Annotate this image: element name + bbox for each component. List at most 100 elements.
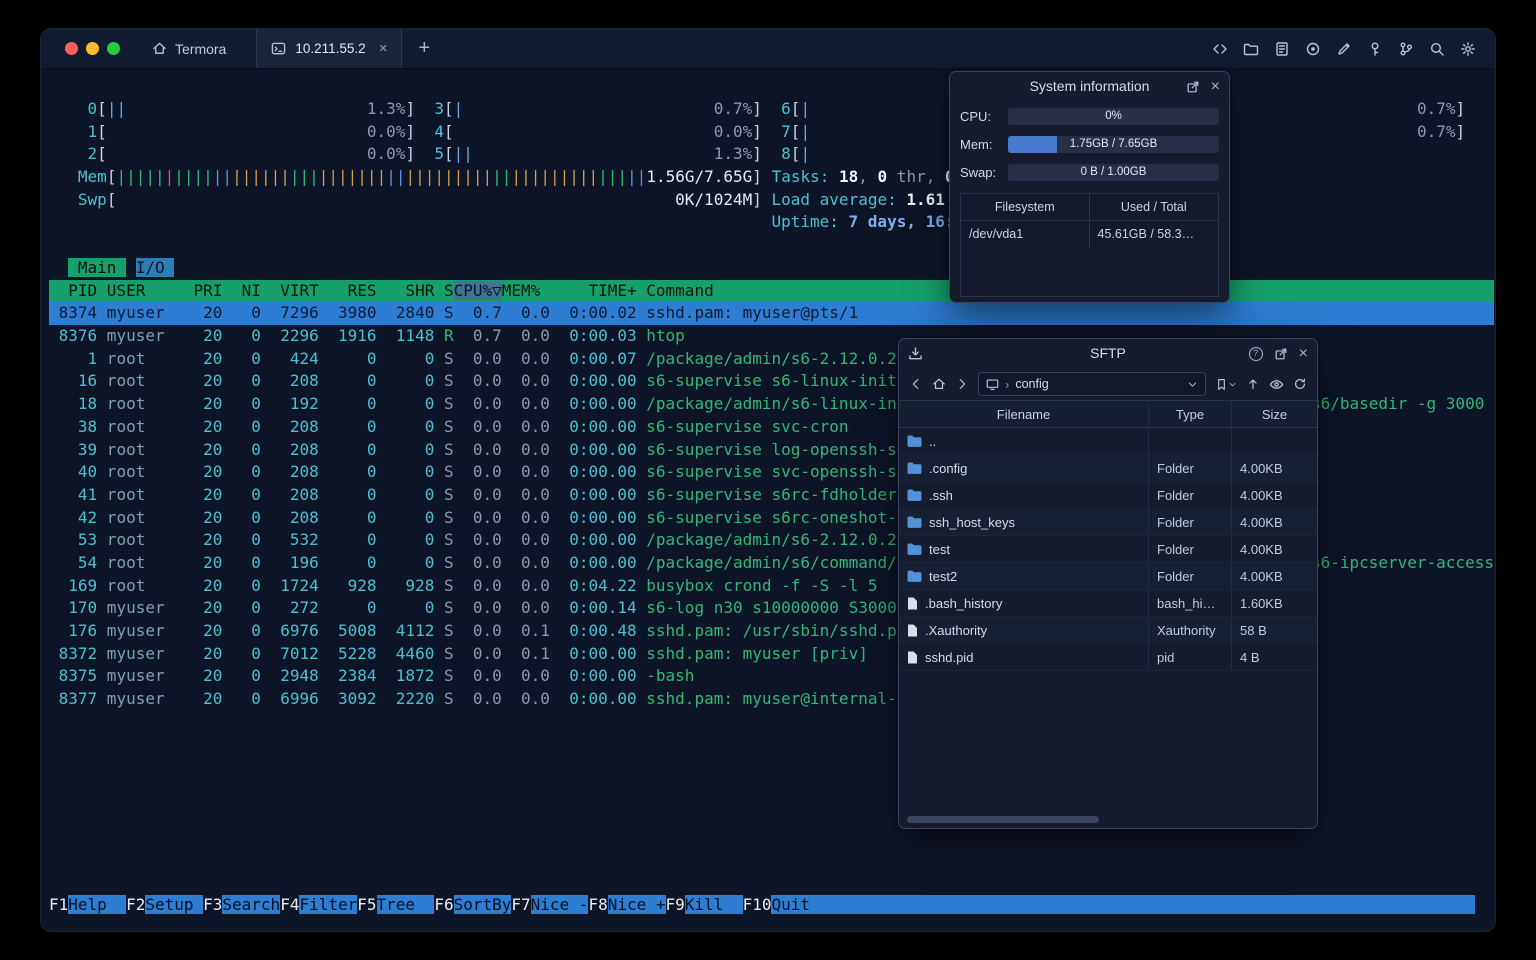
code-icon[interactable] <box>1211 40 1229 58</box>
file-row[interactable]: .ssh Folder 4.00KB <box>899 482 1317 509</box>
sysinfo-header[interactable]: System information × <box>950 72 1229 101</box>
fkey-f5[interactable]: F5 <box>357 895 377 914</box>
fkey-label-f10[interactable]: Quit <box>771 895 830 914</box>
forward-button[interactable] <box>955 377 969 391</box>
folder-icon[interactable] <box>1242 40 1260 58</box>
branch-icon[interactable] <box>1397 40 1415 58</box>
fkey-label-f4[interactable]: Filter <box>299 895 358 914</box>
fkey-f4[interactable]: F4 <box>280 895 300 914</box>
sysinfo-meter-value: 0 B / 1.00GB <box>1080 166 1147 178</box>
fs-row[interactable]: /dev/vda1 45.61GB / 58.3… <box>961 221 1218 248</box>
close-window-button[interactable] <box>65 42 78 55</box>
col-header-4[interactable]: VIRT <box>261 281 319 300</box>
col-header-size[interactable]: Size <box>1232 401 1317 428</box>
col-header-filename[interactable]: Filename <box>899 401 1149 428</box>
popout-icon[interactable] <box>1186 80 1200 94</box>
memory-meter: Mem[||||||||||||||||||||||||||||||||||||… <box>77 167 1109 187</box>
col-header-type[interactable]: Type <box>1149 401 1232 428</box>
col-header-0[interactable]: PID <box>49 281 97 300</box>
key-icon[interactable] <box>1366 40 1384 58</box>
record-icon[interactable] <box>1304 40 1322 58</box>
folder-icon <box>907 543 922 555</box>
file-row[interactable]: sshd.pid pid 4 B <box>899 644 1317 671</box>
fkey-f10[interactable]: F10 <box>742 895 772 914</box>
show-hidden-files-button[interactable] <box>1269 377 1284 392</box>
close-panel-icon[interactable]: × <box>1211 78 1220 95</box>
file-type: Folder <box>1149 536 1232 562</box>
col-header-10[interactable]: TIME+ <box>550 281 636 300</box>
fkey-f6[interactable]: F6 <box>434 895 454 914</box>
horizontal-scrollbar[interactable] <box>903 816 1313 824</box>
col-header-1[interactable]: USER <box>97 281 184 300</box>
home-button[interactable] <box>932 377 946 391</box>
file-row[interactable]: test2 Folder 4.00KB <box>899 563 1317 590</box>
col-header-6[interactable]: SHR <box>377 281 434 300</box>
file-type: bash_hi… <box>1149 590 1232 616</box>
fkey-label-f8[interactable]: Nice + <box>607 895 666 914</box>
htop-tab-io[interactable]: I/O <box>135 258 175 277</box>
home-tab[interactable]: Termora <box>138 29 256 68</box>
fkey-f9[interactable]: F9 <box>665 895 685 914</box>
app-window: Termora 10.211.55.2 × + 0[|| 1.3%] 3[| 0… <box>40 28 1496 932</box>
file-size: 4.00KB <box>1240 541 1283 557</box>
close-tab-icon[interactable]: × <box>379 41 388 56</box>
fkey-f2[interactable]: F2 <box>126 895 146 914</box>
sysinfo-meter-label: Mem: <box>960 137 993 152</box>
fkey-label-f9[interactable]: Kill <box>684 895 743 914</box>
fkey-label-f5[interactable]: Tree <box>376 895 435 914</box>
process-row[interactable]: 8374 myuser 20 0 7296 3980 2840 S 0.7 0.… <box>49 302 1494 326</box>
file-type: pid <box>1149 644 1232 670</box>
file-row[interactable]: .config Folder 4.00KB <box>899 455 1317 482</box>
scrollbar-thumb[interactable] <box>907 816 1099 823</box>
chevron-down-icon[interactable] <box>1187 379 1198 390</box>
fkey-label-f3[interactable]: Search <box>222 895 281 914</box>
col-header-3[interactable]: NI <box>222 281 261 300</box>
zoom-window-button[interactable] <box>107 42 120 55</box>
fkey-label-f2[interactable]: Setup <box>145 895 204 914</box>
refresh-button[interactable] <box>1293 377 1307 391</box>
fs-column-header: Filesystem <box>961 194 1090 221</box>
col-header-8[interactable]: CPU%▽ <box>453 280 502 300</box>
computer-icon <box>986 378 999 390</box>
settings-icon[interactable] <box>1459 40 1477 58</box>
file-row[interactable]: test Folder 4.00KB <box>899 536 1317 563</box>
terminal-tab[interactable]: 10.211.55.2 × <box>256 29 403 68</box>
close-panel-icon[interactable]: × <box>1299 345 1308 362</box>
htop-tab-main[interactable]: Main <box>68 258 127 277</box>
sysinfo-meter-label: Swap: <box>960 165 997 180</box>
fkey-f1[interactable]: F1 <box>49 895 69 914</box>
sysinfo-meter-value: 0% <box>1105 110 1122 122</box>
path-segment[interactable]: config <box>1015 377 1181 391</box>
sftp-header[interactable]: SFTP ? × <box>899 339 1317 368</box>
bookmark-button[interactable] <box>1215 378 1237 391</box>
new-tab-button[interactable]: + <box>402 29 446 68</box>
file-row[interactable]: ssh_host_keys Folder 4.00KB <box>899 509 1317 536</box>
search-icon[interactable] <box>1428 40 1446 58</box>
fkey-f7[interactable]: F7 <box>511 895 531 914</box>
file-row[interactable]: .bash_history bash_hi… 1.60KB <box>899 590 1317 617</box>
terminal-tab-label: 10.211.55.2 <box>295 41 366 56</box>
sftp-table-header: Filename Type Size <box>899 400 1317 428</box>
download-icon[interactable] <box>908 346 923 361</box>
col-header-9[interactable]: MEM% <box>502 281 550 300</box>
col-header-2[interactable]: PRI <box>184 281 223 300</box>
log-icon[interactable] <box>1273 40 1291 58</box>
fkey-f8[interactable]: F8 <box>588 895 608 914</box>
fkey-label-f1[interactable]: Help <box>68 895 127 914</box>
titlebar-toolbar <box>1211 29 1495 68</box>
col-header-5[interactable]: RES <box>319 281 377 300</box>
help-icon[interactable]: ? <box>1248 346 1263 361</box>
fkey-f3[interactable]: F3 <box>203 895 223 914</box>
col-header-7[interactable]: S <box>434 281 454 300</box>
minimize-window-button[interactable] <box>86 42 99 55</box>
file-row[interactable]: .Xauthority Xauthority 58 B <box>899 617 1317 644</box>
popout-icon[interactable] <box>1274 347 1288 361</box>
parent-directory-button[interactable] <box>1246 377 1260 391</box>
edit-icon[interactable] <box>1335 40 1353 58</box>
fkey-label-f6[interactable]: SortBy <box>453 895 512 914</box>
file-type: Folder <box>1149 563 1232 589</box>
file-row[interactable]: .. <box>899 428 1317 455</box>
back-button[interactable] <box>909 377 923 391</box>
fkey-label-f7[interactable]: Nice - <box>530 895 589 914</box>
path-bar[interactable]: › config <box>978 372 1206 396</box>
